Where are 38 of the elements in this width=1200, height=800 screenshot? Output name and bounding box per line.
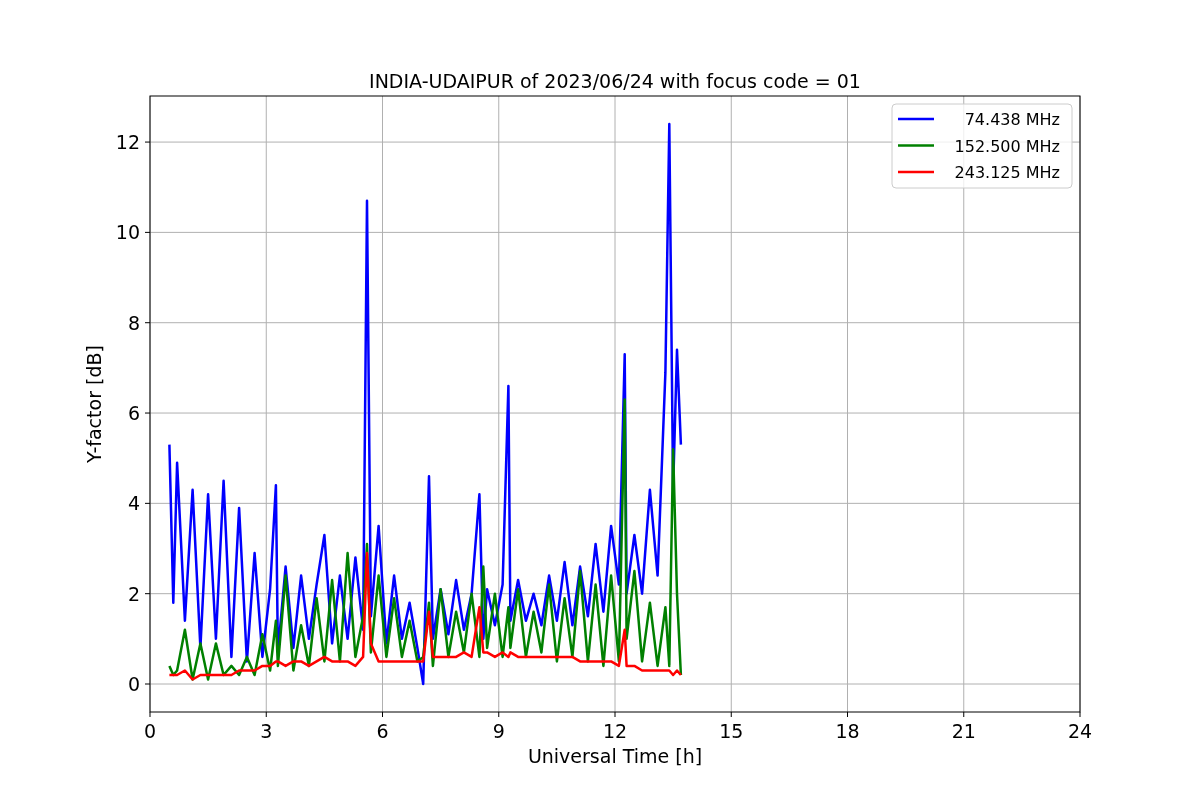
x-tick-label: 18 — [835, 720, 860, 742]
y-tick-label: 10 — [115, 221, 140, 244]
tick-mark — [614, 711, 616, 718]
tick-mark — [144, 412, 151, 414]
tick-mark — [498, 711, 500, 718]
tick-mark — [847, 711, 848, 718]
tick-mark — [144, 593, 151, 595]
legend-label: 243.125 MHz — [954, 163, 1060, 182]
x-tick-label: 3 — [260, 720, 273, 742]
tick-mark — [963, 711, 965, 718]
tick-mark — [149, 711, 151, 718]
x-tick-label: 6 — [376, 720, 389, 742]
x-tick-label: 15 — [719, 720, 744, 742]
x-tick-label: 12 — [602, 720, 628, 742]
tick-mark — [144, 141, 151, 143]
y-axis-label: Y-factor [dB] — [83, 345, 105, 463]
y-tick-label: 2 — [127, 582, 140, 605]
x-axis-label: Universal Time [h] — [527, 745, 703, 767]
tick-mark — [382, 711, 383, 718]
chart-title: INDIA-UDAIPUR of 2023/06/24 with focus code = 01 — [369, 70, 861, 92]
legend-label: 152.500 MHz — [954, 136, 1060, 156]
y-tick-label: 8 — [127, 311, 140, 334]
y-tick-label: 12 — [115, 131, 140, 154]
x-tick-label: 0 — [143, 720, 157, 742]
tick-mark — [265, 711, 267, 718]
x-tick-label: 9 — [492, 720, 505, 742]
x-tick-label: 24 — [1067, 720, 1093, 742]
tick-mark — [1079, 711, 1081, 718]
legend-label: 74.438 MHz — [964, 110, 1060, 129]
tick-mark — [144, 502, 151, 504]
tick-mark — [144, 683, 151, 685]
x-tick-label: 21 — [951, 720, 976, 742]
tick-mark — [730, 711, 732, 718]
tick-mark — [144, 322, 151, 324]
y-tick-label: 0 — [127, 673, 140, 695]
tick-mark — [144, 231, 151, 233]
y-tick-label: 4 — [127, 492, 140, 515]
y-tick-label: 6 — [127, 402, 140, 425]
